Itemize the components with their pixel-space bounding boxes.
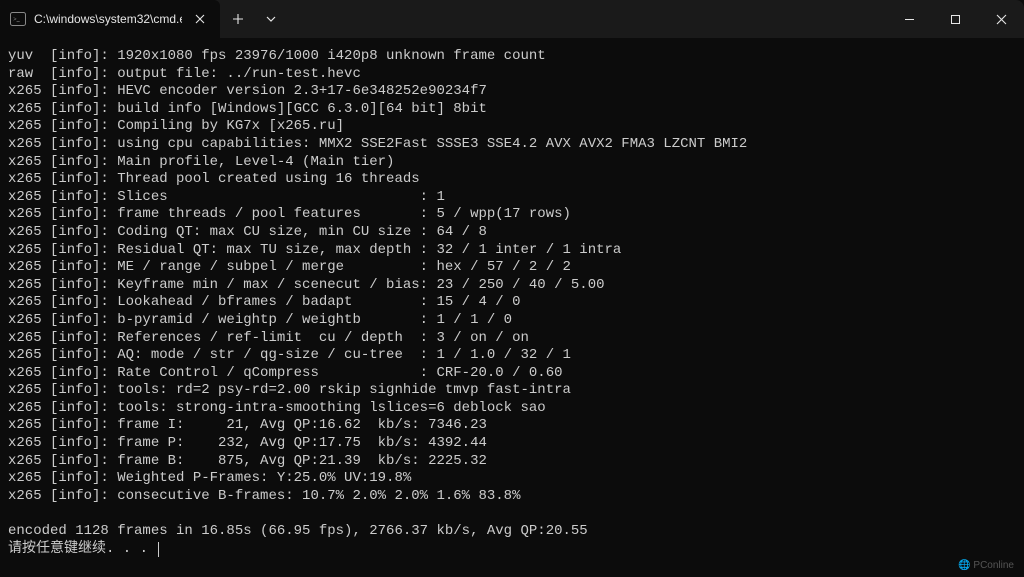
terminal-lines: yuv [info]: 1920x1080 fps 23976/1000 i42… (8, 48, 747, 539)
watermark: 🌐 PConline (958, 560, 1014, 571)
tab-dropdown-button[interactable] (256, 0, 286, 38)
minimize-button[interactable] (886, 0, 932, 38)
cmd-icon: >_ (10, 11, 26, 27)
prompt-line: 请按任意键继续. . . (8, 541, 156, 557)
close-button[interactable] (978, 0, 1024, 38)
maximize-button[interactable] (932, 0, 978, 38)
new-tab-button[interactable] (220, 0, 256, 38)
svg-text:>_: >_ (13, 17, 20, 23)
globe-icon: 🌐 (958, 560, 970, 571)
cursor (158, 542, 159, 557)
terminal-output[interactable]: yuv [info]: 1920x1080 fps 23976/1000 i42… (0, 38, 1024, 564)
watermark-text: PConline (973, 560, 1014, 571)
title-bar: >_ C:\windows\system32\cmd.ex (0, 0, 1024, 38)
tab-title: C:\windows\system32\cmd.ex (34, 12, 182, 26)
titlebar-drag-area[interactable] (286, 0, 886, 38)
tab-close-button[interactable] (190, 9, 210, 29)
tab-cmd[interactable]: >_ C:\windows\system32\cmd.ex (0, 0, 220, 38)
